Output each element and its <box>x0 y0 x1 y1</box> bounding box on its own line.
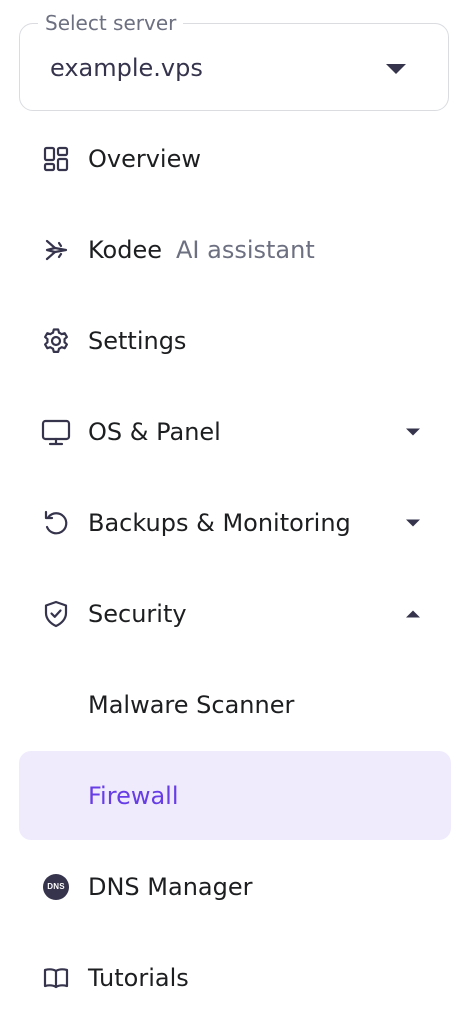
nav-item-backups[interactable]: Backups & Monitoring <box>0 477 474 568</box>
nav-subitem-malware-scanner[interactable]: Malware Scanner <box>0 659 474 750</box>
dns-icon: DNS <box>41 872 71 902</box>
nav-label-security: Security <box>88 599 187 628</box>
server-select-label: Select server <box>38 9 184 37</box>
nav-item-settings[interactable]: Settings <box>0 295 474 386</box>
chevron-up-icon[interactable] <box>406 610 420 617</box>
dashboard-grid-icon <box>41 144 71 174</box>
nav-label-os-panel: OS & Panel <box>88 417 221 446</box>
kodee-hint: AI assistant <box>176 235 315 264</box>
nav-label-tutorials: Tutorials <box>88 963 189 992</box>
nav-label-malware-scanner: Malware Scanner <box>88 690 295 719</box>
nav-label-firewall: Firewall <box>88 781 179 810</box>
nav-label-settings: Settings <box>88 326 187 355</box>
restore-icon <box>41 508 71 538</box>
nav-item-tutorials[interactable]: Tutorials <box>0 932 474 1023</box>
nav-label-kodee: Kodee AI assistant <box>88 234 315 266</box>
nav-item-security[interactable]: Security <box>0 568 474 659</box>
nav-item-overview[interactable]: Overview <box>0 113 474 204</box>
server-select-value: example.vps <box>50 54 203 82</box>
nav-item-dns-manager[interactable]: DNS DNS Manager <box>0 841 474 932</box>
monitor-icon <box>41 417 71 447</box>
book-icon <box>41 963 71 993</box>
nav-subitem-firewall[interactable]: Firewall <box>0 750 474 841</box>
dns-badge-text: DNS <box>43 873 69 900</box>
shield-check-icon <box>41 599 71 629</box>
server-select[interactable]: Select server example.vps <box>19 9 449 111</box>
nav-label-backups: Backups & Monitoring <box>88 508 351 537</box>
kodee-sparkle-icon <box>41 235 71 265</box>
sidebar-nav: Overview Kodee AI assistant Settings OS … <box>0 113 474 1023</box>
nav-item-os-panel[interactable]: OS & Panel <box>0 386 474 477</box>
kodee-title: Kodee <box>88 235 162 264</box>
gear-icon <box>41 326 71 356</box>
chevron-down-icon[interactable] <box>406 519 420 526</box>
chevron-down-icon[interactable] <box>406 428 420 435</box>
nav-item-kodee[interactable]: Kodee AI assistant <box>0 204 474 295</box>
nav-label-dns-manager: DNS Manager <box>88 872 253 901</box>
chevron-down-icon <box>386 64 406 74</box>
nav-label-overview: Overview <box>88 144 201 173</box>
